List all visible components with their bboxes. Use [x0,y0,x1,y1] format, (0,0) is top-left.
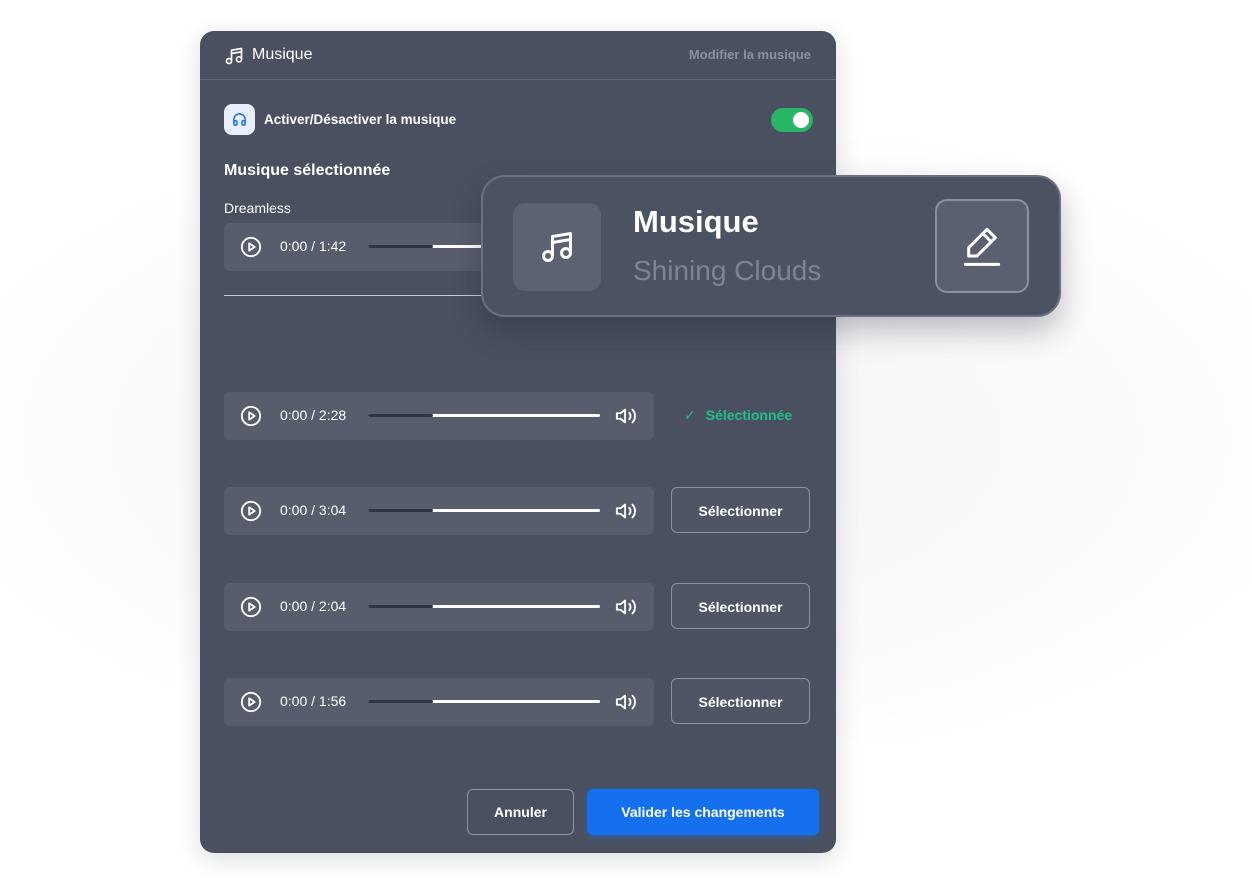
selected-track-name: Dreamless [224,200,291,216]
volume-icon[interactable] [614,500,638,522]
track-player: 0:00 / 3:04 [224,487,654,535]
card-title: Musique [633,204,759,239]
confirm-changes-button[interactable]: Valider les changements [587,789,819,835]
progress-fill [368,245,433,248]
track-time: 0:00 / 3:04 [280,502,347,518]
progress-bar[interactable] [368,700,600,703]
volume-icon[interactable] [614,596,638,618]
card-subtitle: Shining Clouds [633,255,822,286]
music-note-icon [225,47,243,65]
play-icon[interactable] [240,236,262,258]
headphones-icon-box [224,104,255,135]
track-time: 0:00 / 1:56 [280,693,347,709]
card-icon-box [513,203,601,291]
headphones-icon [233,113,246,126]
pencil-icon [963,227,1001,266]
toggle-knob [793,112,809,128]
select-button[interactable]: Sélectionner [671,583,810,629]
selected-music-heading: Musique sélectionnée [224,162,391,179]
progress-bar[interactable] [368,509,600,512]
progress-fill [368,605,433,608]
progress-fill [368,509,433,512]
track-player: 0:00 / 2:04 [224,583,654,631]
current-music-card: Musique Shining Clouds [481,175,1061,317]
play-icon[interactable] [240,596,262,618]
progress-fill [368,414,433,417]
section-divider [224,295,524,296]
track-time: 0:00 / 1:42 [280,238,347,254]
check-icon: ✓ [684,407,696,423]
select-button[interactable]: Sélectionner [671,678,810,724]
track-player: 0:00 / 2:28 [224,392,654,440]
progress-bar[interactable] [368,414,600,417]
panel-title: Musique [252,46,313,63]
selected-status: ✓ Sélectionnée [684,407,792,424]
edit-music-link[interactable]: Modifier la musique [689,47,811,62]
track-player: 0:00 / 1:56 [224,678,654,726]
music-toggle-switch[interactable] [771,108,813,132]
play-icon[interactable] [240,500,262,522]
music-toggle-label: Activer/Désactiver la musique [264,112,457,127]
volume-icon[interactable] [614,691,638,713]
progress-bar[interactable] [368,605,600,608]
music-settings-panel: Musique Modifier la musique Activer/Désa… [200,31,836,853]
music-note-icon [542,232,572,262]
track-time: 0:00 / 2:04 [280,598,347,614]
play-icon[interactable] [240,691,262,713]
selected-status-text: Sélectionnée [705,407,793,423]
select-button[interactable]: Sélectionner [671,487,810,533]
play-icon[interactable] [240,405,262,427]
panel-header: Musique Modifier la musique [200,31,836,80]
cancel-button[interactable]: Annuler [467,789,574,835]
edit-music-button[interactable] [935,199,1029,293]
volume-icon[interactable] [614,405,638,427]
progress-fill [368,700,433,703]
track-time: 0:00 / 2:28 [280,407,347,423]
